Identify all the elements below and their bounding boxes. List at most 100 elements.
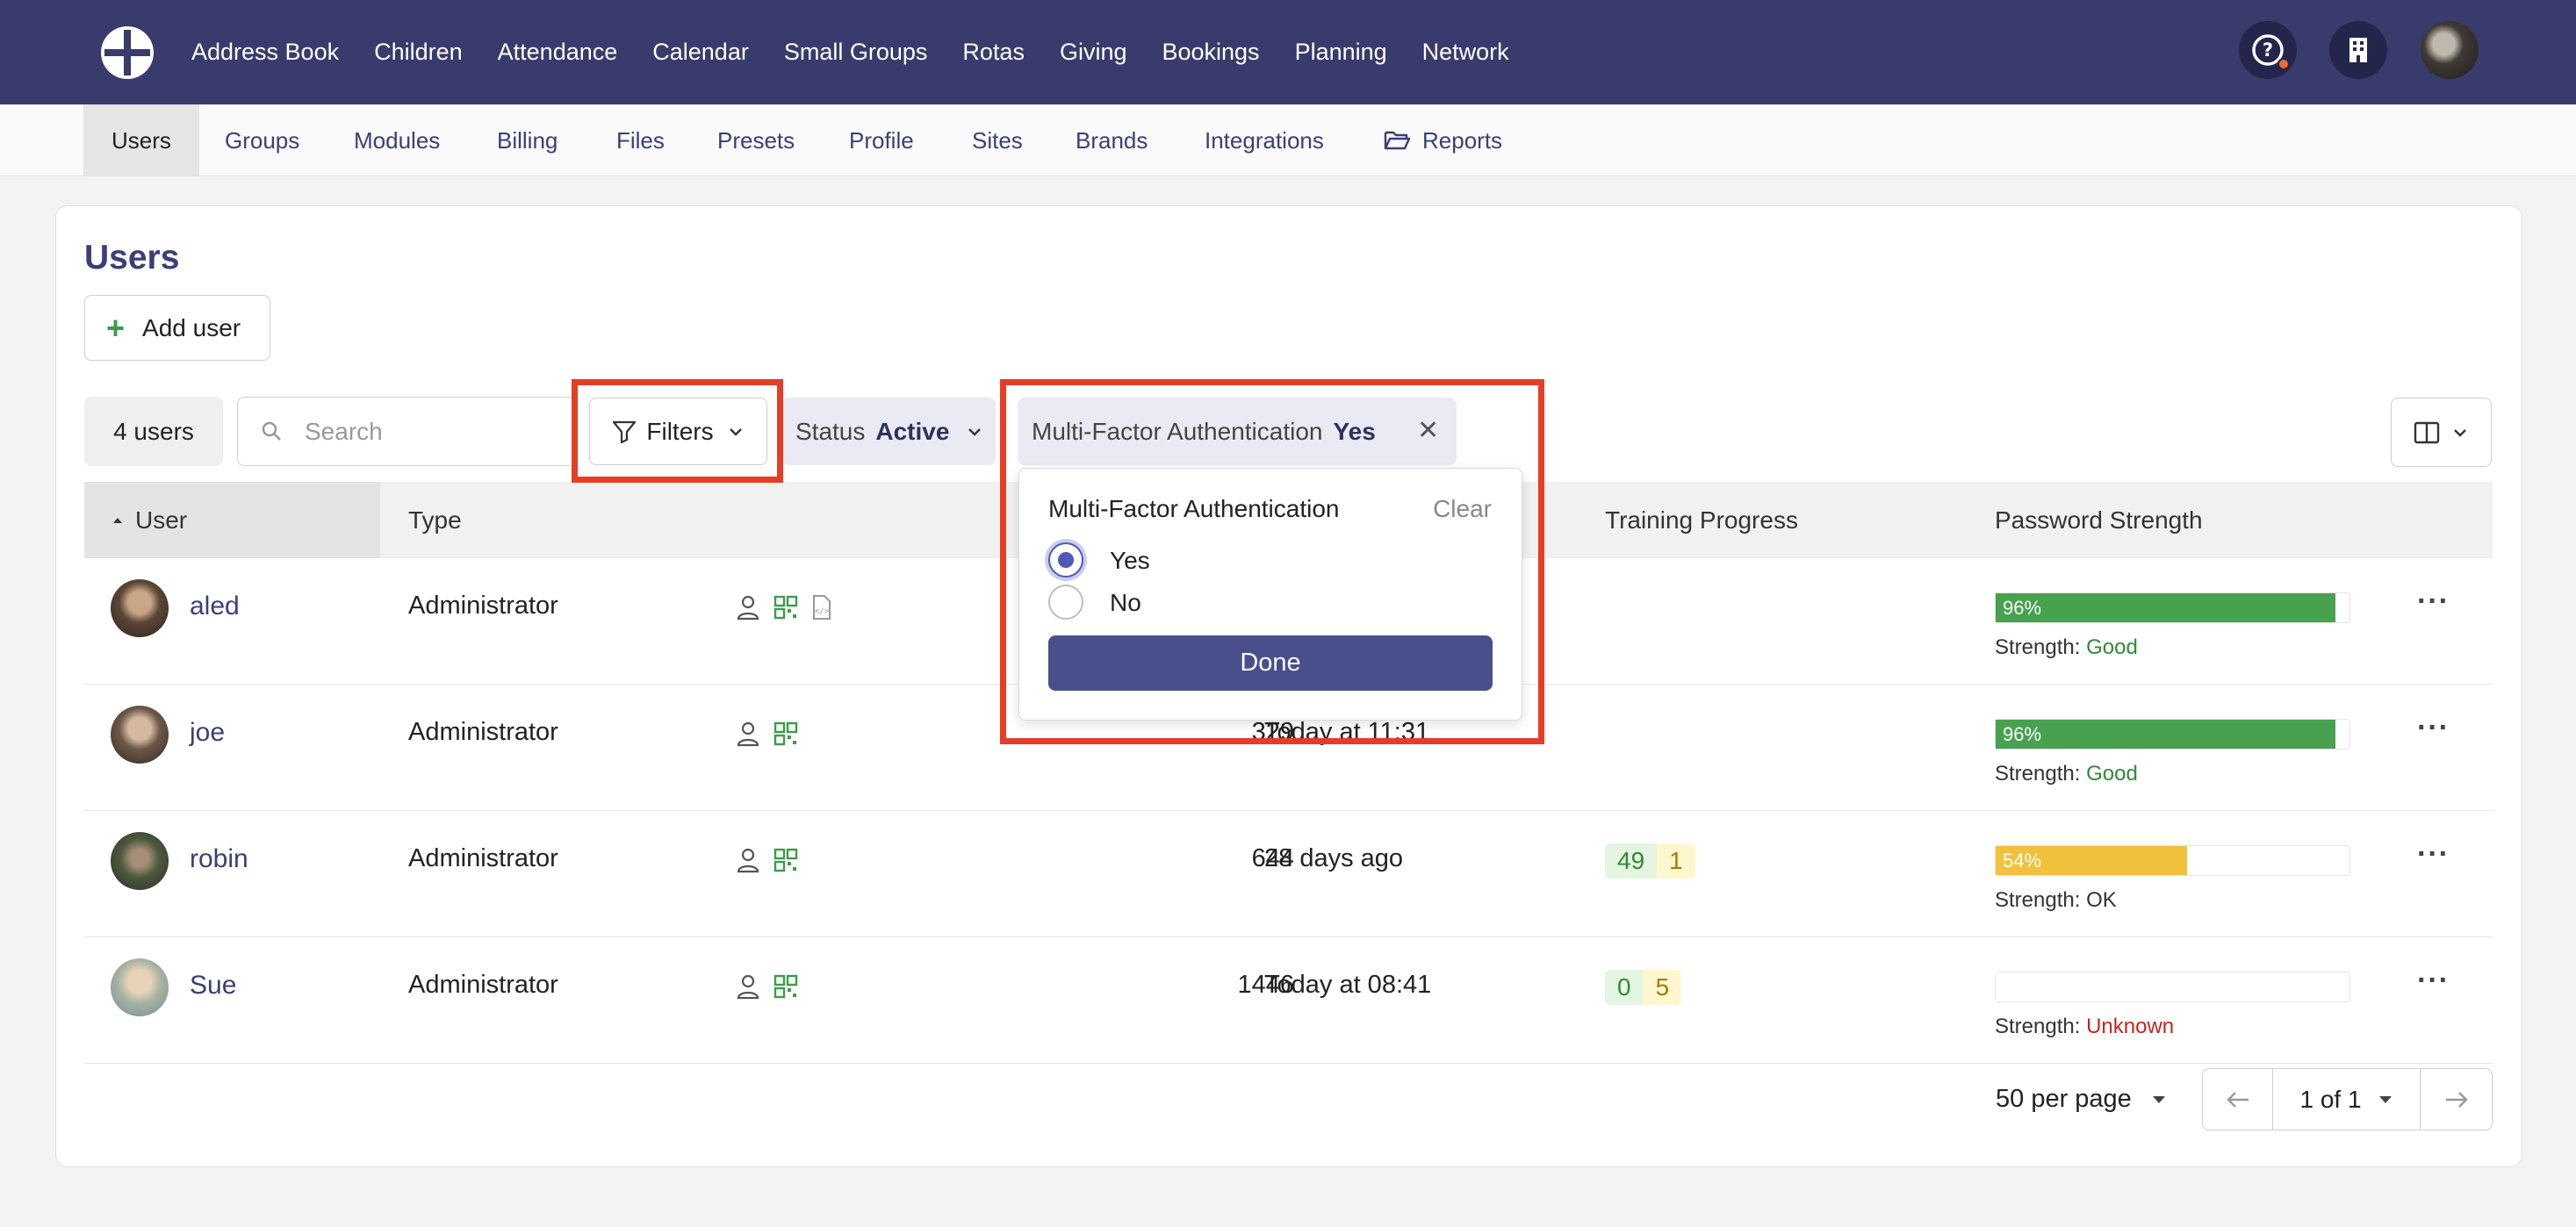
chevron-down-icon	[2453, 428, 2466, 437]
nav-planning[interactable]: Planning	[1295, 39, 1387, 66]
password-strength-fill: 96%	[1996, 593, 2335, 622]
avatar	[111, 579, 169, 637]
per-page-label: 50 per page	[1996, 1085, 2132, 1113]
training-complete-count: 0	[1605, 970, 1644, 1005]
per-page-select[interactable]: 50 per page	[1996, 1085, 2167, 1114]
nav-bookings[interactable]: Bookings	[1162, 39, 1259, 66]
highlight-box-filters	[572, 379, 783, 483]
password-strength-bar	[1995, 972, 2350, 1002]
column-header-password[interactable]: Password Strength	[1995, 482, 2203, 558]
tab-integrations[interactable]: Integrations	[1205, 104, 1324, 176]
user-name-link[interactable]: Sue	[190, 971, 236, 1001]
row-more-button[interactable]: ···	[2417, 585, 2450, 619]
tab-users[interactable]: Users	[83, 104, 199, 176]
add-user-label: Add user	[142, 313, 241, 341]
nav-giving[interactable]: Giving	[1060, 39, 1127, 66]
svg-text:</>: </>	[815, 607, 830, 616]
password-strength-bar: 54%	[1995, 845, 2350, 876]
strength-value: OK	[2086, 888, 2117, 912]
password-strength-fill: 96%	[1996, 720, 2335, 749]
tab-reports-label: Reports	[1422, 126, 1503, 154]
strength-label: Strength:	[1995, 762, 2081, 786]
help-button[interactable]: ?	[2239, 21, 2297, 79]
password-strength-fill	[1996, 972, 2003, 1001]
table-row[interactable]: robin Administrator 644 28 days ago 49 1…	[84, 811, 2493, 937]
last-seen: Today at 08:41	[1264, 971, 1432, 999]
row-more-button[interactable]: ···	[2417, 711, 2450, 745]
sort-ascending-icon	[113, 517, 122, 523]
search-placeholder: Search	[305, 417, 383, 445]
qr-code-icon	[774, 974, 798, 999]
prev-page-button[interactable]	[2203, 1069, 2273, 1130]
plus-icon: +	[106, 309, 126, 346]
strength-value: Good	[2086, 762, 2138, 786]
strength-label: Strength:	[1995, 1015, 2081, 1038]
document-code-icon: </>	[813, 595, 831, 620]
user-type: Administrator	[408, 971, 558, 999]
arrow-left-icon	[2226, 1091, 2249, 1108]
user-type: Administrator	[408, 718, 558, 746]
app-logo-icon[interactable]	[97, 23, 157, 83]
password-strength-text: Strength: Unknown	[1995, 1015, 2174, 1039]
user-type: Administrator	[408, 592, 558, 620]
pagination: 1 of 1	[2202, 1068, 2493, 1130]
tab-sites[interactable]: Sites	[972, 104, 1023, 176]
strength-label: Strength:	[1995, 888, 2081, 912]
column-header-training[interactable]: Training Progress	[1605, 482, 1798, 558]
tab-modules[interactable]: Modules	[354, 104, 440, 176]
top-navbar: Address Book Children Attendance Calenda…	[0, 0, 2576, 104]
qr-code-icon	[774, 595, 798, 620]
password-strength-text: Strength: Good	[1995, 762, 2138, 786]
column-header-user[interactable]: User	[84, 482, 380, 558]
nav-network[interactable]: Network	[1422, 39, 1509, 66]
qr-code-icon	[774, 721, 798, 746]
nav-attendance[interactable]: Attendance	[498, 39, 618, 66]
tab-brands[interactable]: Brands	[1076, 104, 1148, 176]
building-icon	[2349, 38, 2367, 62]
tab-reports[interactable]: Reports	[1384, 104, 1502, 176]
training-progress: 49 1	[1605, 843, 1695, 879]
person-icon	[737, 595, 759, 621]
status-chip-value: Active	[875, 417, 950, 445]
status-filter-chip[interactable]: Status Active	[781, 398, 996, 465]
last-seen: 28 days ago	[1264, 844, 1404, 872]
password-strength-fill: 54%	[1996, 846, 2187, 875]
tab-files[interactable]: Files	[616, 104, 665, 176]
next-page-button[interactable]	[2421, 1069, 2492, 1130]
user-name-link[interactable]: robin	[190, 844, 248, 874]
user-avatar[interactable]	[2421, 21, 2479, 79]
column-header-type[interactable]: Type	[408, 482, 462, 558]
columns-toggle-button[interactable]	[2391, 398, 2492, 467]
columns-icon	[2414, 421, 2439, 443]
nav-children[interactable]: Children	[374, 39, 463, 66]
training-pending-count: 5	[1643, 970, 1682, 1005]
organisation-button[interactable]	[2329, 21, 2387, 79]
tab-groups[interactable]: Groups	[225, 104, 299, 176]
user-name-link[interactable]: aled	[190, 592, 240, 621]
search-input[interactable]: Search	[237, 397, 576, 466]
user-type: Administrator	[408, 844, 558, 872]
caret-down-icon	[2378, 1095, 2392, 1103]
password-strength-bar: 96%	[1995, 592, 2350, 623]
nav-small-groups[interactable]: Small Groups	[784, 39, 928, 66]
person-icon	[737, 974, 759, 1000]
tab-profile[interactable]: Profile	[849, 104, 914, 176]
caret-down-icon	[2152, 1095, 2165, 1103]
nav-address-book[interactable]: Address Book	[191, 39, 339, 66]
row-more-button[interactable]: ···	[2417, 837, 2450, 872]
table-row[interactable]: Sue Administrator 1446 Today at 08:41 0 …	[84, 937, 2493, 1064]
status-chip-label: Status	[795, 417, 866, 445]
page-title: Users	[84, 239, 180, 276]
strength-label: Strength:	[1995, 635, 2081, 659]
nav-rotas[interactable]: Rotas	[962, 39, 1025, 66]
page-select[interactable]: 1 of 1	[2273, 1069, 2421, 1130]
training-pending-count: 1	[1657, 843, 1695, 879]
add-user-button[interactable]: + Add user	[84, 295, 270, 361]
user-name-link[interactable]: joe	[190, 718, 225, 748]
tab-billing[interactable]: Billing	[497, 104, 558, 176]
password-strength-text: Strength: OK	[1995, 888, 2117, 913]
row-more-button[interactable]: ···	[2417, 964, 2450, 998]
tab-presets[interactable]: Presets	[717, 104, 795, 176]
nav-calendar[interactable]: Calendar	[652, 39, 749, 66]
strength-value: Unknown	[2086, 1015, 2175, 1038]
